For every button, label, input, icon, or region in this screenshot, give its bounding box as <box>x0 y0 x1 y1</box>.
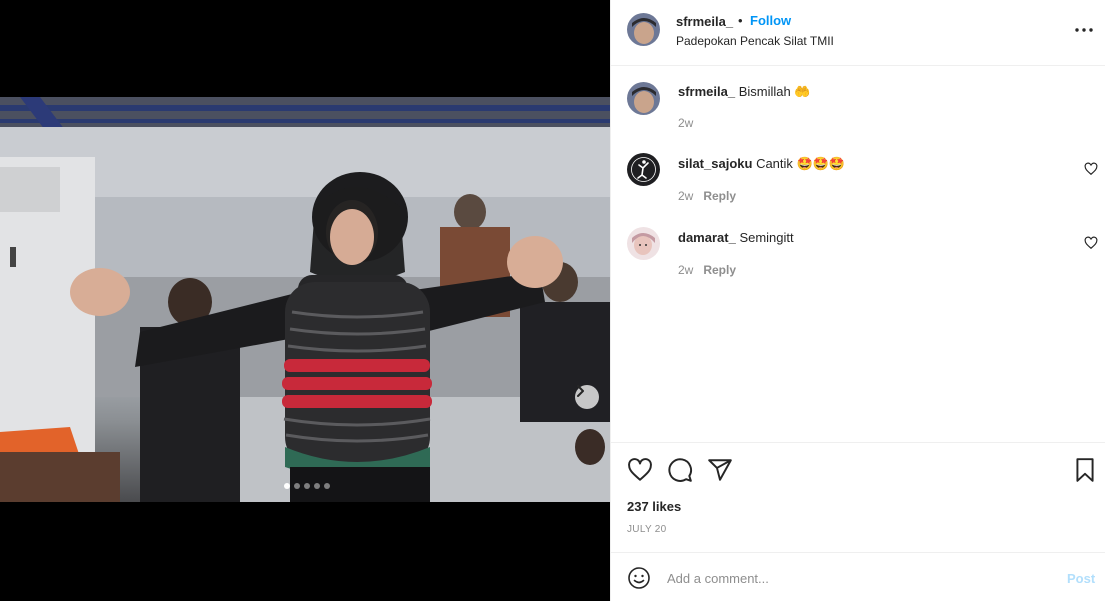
author-username[interactable]: sfrmeila_ <box>676 14 733 29</box>
comment-text: damarat_ Semingitt <box>678 230 794 245</box>
comment-time[interactable]: 2w <box>678 189 693 203</box>
carousel-dot <box>324 483 330 489</box>
post-date[interactable]: JULY 20 <box>627 524 667 535</box>
comment-meta: 2w Reply <box>678 189 736 203</box>
comment-input[interactable] <box>667 565 1037 591</box>
heart-icon[interactable] <box>1084 162 1098 176</box>
comment-text: silat_sajoku Cantik 🤩🤩🤩 <box>678 156 845 172</box>
heart-icon[interactable] <box>627 457 653 483</box>
carousel-dot <box>294 483 300 489</box>
heart-icon[interactable] <box>1084 236 1098 250</box>
share-icon[interactable] <box>707 457 733 483</box>
reply-button[interactable]: Reply <box>703 263 736 277</box>
comment-meta: 2w Reply <box>678 263 736 277</box>
next-image-button[interactable] <box>575 385 599 409</box>
comment-text: sfrmeila_ Bismillah 🤲 <box>678 84 811 100</box>
post-location[interactable]: Padepokan Pencak Silat TMII <box>676 34 834 48</box>
comment-meta: 2w <box>678 116 693 130</box>
comment-time[interactable]: 2w <box>678 116 693 130</box>
comment-body: Semingitt <box>739 230 794 245</box>
comment-username[interactable]: sfrmeila_ <box>678 84 735 99</box>
instagram-post-viewer: sfrmeila_ • Follow Padepokan Pencak Sila… <box>0 0 1105 601</box>
avatar[interactable] <box>627 227 660 260</box>
post-comment-button[interactable]: Post <box>1067 571 1095 586</box>
post-sidebar: sfrmeila_ • Follow Padepokan Pencak Sila… <box>610 0 1105 601</box>
add-comment-bar: Post <box>611 552 1105 601</box>
carousel-indicator <box>284 483 330 489</box>
comments-list: sfrmeila_ Bismillah 🤲 2w silat_sajoku Ca… <box>611 66 1105 442</box>
separator-dot: • <box>738 13 743 28</box>
carousel-dot <box>304 483 310 489</box>
likes-count[interactable]: 237 likes <box>627 499 681 514</box>
chevron-right-icon <box>577 385 584 397</box>
carousel-dot <box>284 483 290 489</box>
comment-body: Cantik 🤩🤩🤩 <box>756 156 846 171</box>
follow-button[interactable]: Follow <box>750 13 791 28</box>
comment-time[interactable]: 2w <box>678 263 693 277</box>
post-media <box>0 0 610 601</box>
photo-illustration <box>0 97 610 502</box>
avatar[interactable] <box>627 13 660 46</box>
bookmark-icon[interactable] <box>1072 457 1098 483</box>
comment-body: Bismillah 🤲 <box>738 84 811 99</box>
comment-username[interactable]: damarat_ <box>678 230 736 245</box>
post-header: sfrmeila_ • Follow Padepokan Pencak Sila… <box>611 0 1105 66</box>
reply-button[interactable]: Reply <box>703 189 736 203</box>
post-photo[interactable] <box>0 97 610 502</box>
post-actions: 237 likes JULY 20 <box>611 442 1105 552</box>
emoji-icon[interactable] <box>627 566 651 590</box>
avatar[interactable] <box>627 153 660 186</box>
more-horizontal-icon[interactable] <box>1074 22 1094 38</box>
comment-icon[interactable] <box>667 457 693 483</box>
avatar[interactable] <box>627 82 660 115</box>
carousel-dot <box>314 483 320 489</box>
comment-username[interactable]: silat_sajoku <box>678 156 752 171</box>
